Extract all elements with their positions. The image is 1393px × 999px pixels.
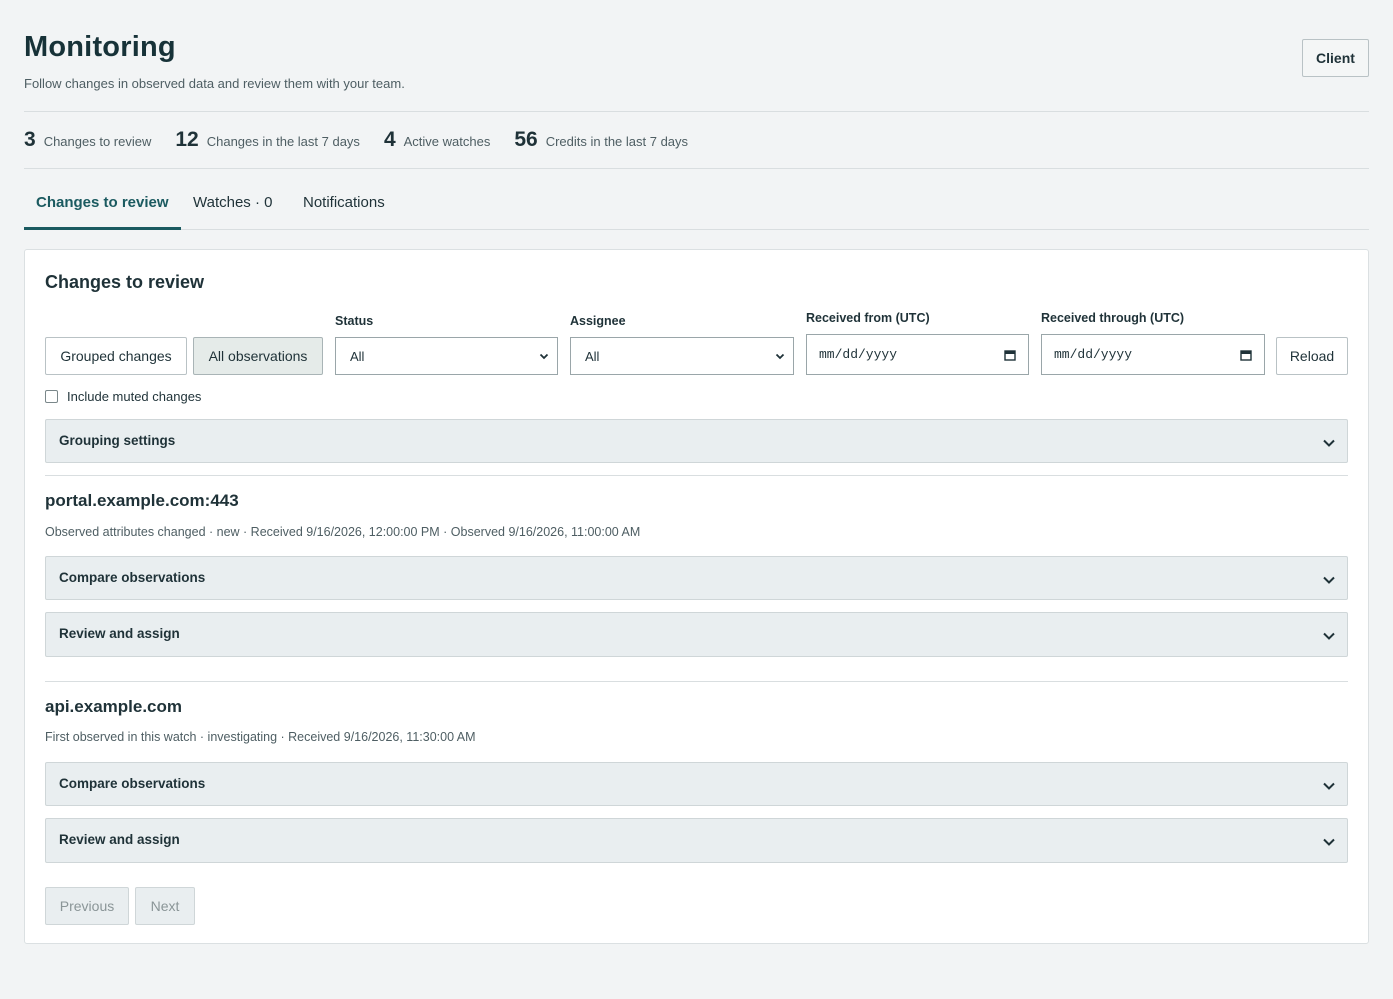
review-and-assign-accordion[interactable]: Review and assign	[45, 612, 1348, 657]
assignee-select-value: All	[585, 348, 600, 364]
compare-observations-accordion[interactable]: Compare observations	[45, 762, 1348, 806]
next-button[interactable]: Next	[135, 887, 195, 925]
client-button[interactable]: Client	[1302, 39, 1369, 77]
stat-active-watches: 4 Active watches	[384, 128, 490, 152]
chevron-down-icon	[539, 353, 549, 360]
review-and-assign-accordion[interactable]: Review and assign	[45, 818, 1348, 863]
stat-value: 12	[175, 128, 199, 151]
monitoring-page: Monitoring Follow changes in observed da…	[24, 0, 1369, 944]
assignee-select[interactable]: All	[570, 337, 794, 375]
status-select-value: All	[350, 348, 365, 364]
compare-observations-accordion[interactable]: Compare observations	[45, 556, 1348, 600]
calendar-icon[interactable]	[1004, 349, 1016, 361]
accordion-label: Compare observations	[59, 570, 206, 585]
change-meta: Observed attributes changed · new · Rece…	[45, 525, 641, 539]
change-meta: First observed in this watch · investiga…	[45, 730, 476, 744]
stat-label: Credits in the last 7 days	[545, 134, 689, 149]
received-from-input[interactable]: mm/dd/yyyy	[806, 334, 1029, 375]
chevron-down-icon	[1323, 576, 1335, 584]
received-from-placeholder: mm/dd/yyyy	[819, 347, 898, 362]
accordion-label: Grouping settings	[59, 433, 176, 448]
assignee-label: Assignee	[570, 314, 626, 328]
chevron-down-icon	[1323, 782, 1335, 790]
received-through-label: Received through (UTC)	[1041, 311, 1185, 325]
change-host-title: portal.example.com:443	[45, 491, 239, 510]
divider	[45, 681, 1348, 682]
accordion-label: Review and assign	[59, 626, 180, 641]
chevron-down-icon	[1323, 439, 1335, 447]
stat-value: 3	[24, 128, 36, 151]
stat-label: Changes in the last 7 days	[206, 134, 360, 149]
all-observations-button[interactable]: All observations	[193, 337, 323, 375]
stat-label: Changes to review	[43, 134, 152, 149]
status-label: Status	[335, 314, 374, 328]
reload-button[interactable]: Reload	[1276, 337, 1348, 375]
change-host-title: api.example.com	[45, 697, 183, 716]
chevron-down-icon	[775, 353, 785, 360]
received-from-label: Received from (UTC)	[806, 311, 930, 325]
include-muted-label: Include muted changes	[67, 389, 202, 404]
stat-value: 4	[383, 128, 396, 151]
status-select[interactable]: All	[335, 337, 558, 375]
stat-label: Active watches	[403, 134, 491, 149]
accordion-label: Compare observations	[59, 776, 206, 791]
tab-changes-to-review[interactable]: Changes to review	[24, 195, 181, 230]
stat-changes-to-review: 3 Changes to review	[24, 128, 151, 152]
stat-credits-last-7-days: 56 Credits in the last 7 days	[514, 128, 688, 152]
tab-bar: Changes to review Watches · 0 Notificati…	[24, 169, 1369, 230]
page-subtitle: Follow changes in observed data and revi…	[24, 76, 405, 91]
stat-value: 56	[514, 128, 538, 151]
grouped-changes-button[interactable]: Grouped changes	[45, 337, 187, 375]
divider	[45, 475, 1348, 476]
chevron-down-icon	[1323, 838, 1335, 846]
tab-notifications[interactable]: Notifications	[291, 195, 397, 230]
page-header: Monitoring Follow changes in observed da…	[24, 0, 1369, 112]
include-muted-row[interactable]: Include muted changes	[45, 389, 201, 404]
changes-panel: Changes to review Grouped changes All ob…	[24, 249, 1369, 944]
grouping-settings-accordion[interactable]: Grouping settings	[45, 419, 1348, 463]
previous-button[interactable]: Previous	[45, 887, 129, 925]
calendar-icon[interactable]	[1240, 349, 1252, 361]
panel-title: Changes to review	[45, 272, 205, 292]
chevron-down-icon	[1323, 632, 1335, 640]
accordion-label: Review and assign	[59, 832, 180, 847]
received-through-placeholder: mm/dd/yyyy	[1054, 347, 1133, 362]
tab-watches[interactable]: Watches · 0	[181, 195, 284, 230]
include-muted-checkbox[interactable]	[45, 390, 58, 403]
stats-bar: 3 Changes to review 12 Changes in the la…	[24, 112, 1369, 169]
stat-changes-last-7-days: 12 Changes in the last 7 days	[175, 128, 360, 152]
page-title: Monitoring	[24, 31, 176, 63]
received-through-input[interactable]: mm/dd/yyyy	[1041, 334, 1265, 375]
